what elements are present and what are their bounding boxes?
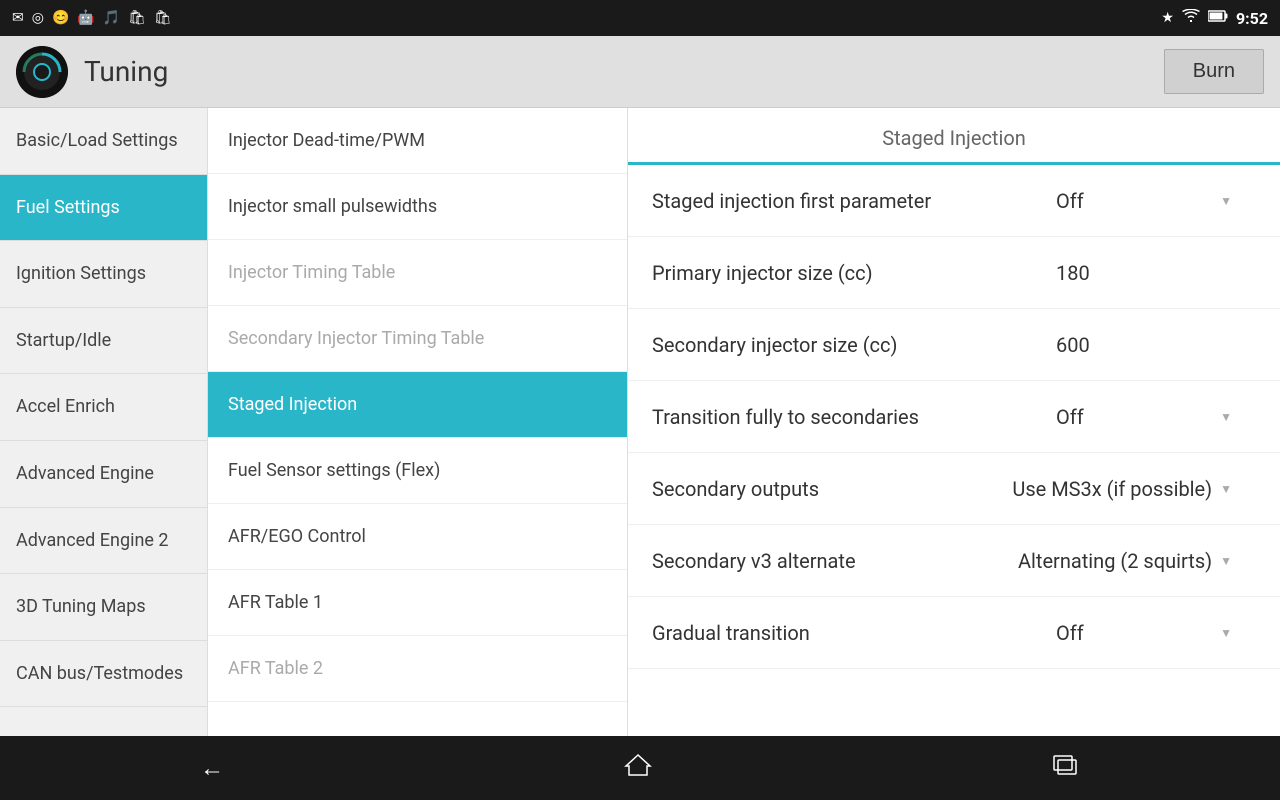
sidebar-item-advanced-engine[interactable]: Advanced Engine bbox=[0, 441, 207, 508]
status-icons-left: ✉ ◎ 😊 🤖 🎵 🛍 🛍 bbox=[12, 10, 172, 26]
setting-label-primary-injector-size: Primary injector size (cc) bbox=[652, 261, 1056, 285]
app-title: Tuning bbox=[84, 55, 1164, 88]
sidebar-item-accel-enrich[interactable]: Accel Enrich bbox=[0, 374, 207, 441]
menu-item-afr-ego[interactable]: AFR/EGO Control bbox=[208, 504, 627, 570]
setting-label-gradual-transition: Gradual transition bbox=[652, 621, 1056, 645]
app-bar: Tuning Burn bbox=[0, 36, 1280, 108]
menu-item-staged-injection[interactable]: Staged Injection bbox=[208, 372, 627, 438]
battery-icon bbox=[1208, 10, 1228, 26]
setting-label-secondary-outputs: Secondary outputs bbox=[652, 477, 1012, 501]
setting-value-secondary-v3[interactable]: Alternating (2 squirts) bbox=[1018, 549, 1256, 573]
app-logo bbox=[16, 46, 68, 98]
sidebar-item-basic-load[interactable]: Basic/Load Settings bbox=[0, 108, 207, 175]
status-time: 9:52 bbox=[1236, 9, 1268, 28]
setting-value-secondary-injector-size[interactable]: 600 bbox=[1056, 333, 1256, 357]
menu-item-injector-deadtime[interactable]: Injector Dead-time/PWM bbox=[208, 108, 627, 174]
setting-value-staged-first-param[interactable]: Off bbox=[1056, 189, 1256, 213]
menu-item-injector-timing[interactable]: Injector Timing Table bbox=[208, 240, 627, 306]
burn-button[interactable]: Burn bbox=[1164, 49, 1264, 94]
setting-value-secondary-outputs[interactable]: Use MS3x (if possible) bbox=[1012, 477, 1256, 501]
menu-item-afr-table-1[interactable]: AFR Table 1 bbox=[208, 570, 627, 636]
menu-item-injector-small[interactable]: Injector small pulsewidths bbox=[208, 174, 627, 240]
right-panel-title: Staged Injection bbox=[628, 108, 1280, 165]
setting-row-secondary-outputs[interactable]: Secondary outputs Use MS3x (if possible) bbox=[628, 453, 1280, 525]
app-icon-2: 🤖 bbox=[77, 10, 94, 26]
setting-value-transition-fully[interactable]: Off bbox=[1056, 405, 1256, 429]
app-icon-4: 🛍 bbox=[128, 10, 146, 26]
bluetooth-icon: ★ bbox=[1161, 10, 1174, 26]
setting-row-gradual-transition[interactable]: Gradual transition Off bbox=[628, 597, 1280, 669]
setting-row-secondary-v3[interactable]: Secondary v3 alternate Alternating (2 sq… bbox=[628, 525, 1280, 597]
setting-label-staged-first-param: Staged injection first parameter bbox=[652, 189, 1056, 213]
sidebar-item-can-bus[interactable]: CAN bus/Testmodes bbox=[0, 641, 207, 708]
menu-item-afr-table-2[interactable]: AFR Table 2 bbox=[208, 636, 627, 702]
main-content: Basic/Load Settings Fuel Settings Igniti… bbox=[0, 108, 1280, 736]
setting-row-secondary-injector-size[interactable]: Secondary injector size (cc) 600 bbox=[628, 309, 1280, 381]
menu-item-secondary-injector-timing[interactable]: Secondary Injector Timing Table bbox=[208, 306, 627, 372]
wifi-icon bbox=[1182, 9, 1200, 27]
bottom-nav: ← bbox=[0, 736, 1280, 800]
recent-apps-button[interactable] bbox=[1028, 746, 1104, 790]
sidebar-item-startup-idle[interactable]: Startup/Idle bbox=[0, 308, 207, 375]
left-nav: Basic/Load Settings Fuel Settings Igniti… bbox=[0, 108, 208, 736]
sidebar-item-ignition-settings[interactable]: Ignition Settings bbox=[0, 241, 207, 308]
setting-row-primary-injector-size[interactable]: Primary injector size (cc) 180 bbox=[628, 237, 1280, 309]
status-bar: ✉ ◎ 😊 🤖 🎵 🛍 🛍 ★ 9:52 bbox=[0, 0, 1280, 36]
setting-row-staged-first-param[interactable]: Staged injection first parameter Off bbox=[628, 165, 1280, 237]
sidebar-item-3d-tuning[interactable]: 3D Tuning Maps bbox=[0, 574, 207, 641]
middle-panel: Injector Dead-time/PWM Injector small pu… bbox=[208, 108, 628, 736]
setting-label-secondary-v3: Secondary v3 alternate bbox=[652, 549, 1018, 573]
home-button[interactable] bbox=[600, 745, 676, 791]
gmail-icon: ✉ bbox=[12, 10, 24, 26]
app-icon-3: 🎵 bbox=[103, 10, 120, 26]
status-icons-right: ★ 9:52 bbox=[1161, 9, 1268, 28]
back-button[interactable]: ← bbox=[176, 746, 248, 791]
sidebar-item-advanced-engine-2[interactable]: Advanced Engine 2 bbox=[0, 508, 207, 575]
setting-row-transition-fully[interactable]: Transition fully to secondaries Off bbox=[628, 381, 1280, 453]
app-icon-1: 😊 bbox=[52, 10, 69, 26]
maps-icon: ◎ bbox=[32, 10, 44, 26]
sidebar-item-fuel-settings[interactable]: Fuel Settings bbox=[0, 175, 207, 242]
right-panel: Staged Injection Staged injection first … bbox=[628, 108, 1280, 736]
menu-item-fuel-sensor[interactable]: Fuel Sensor settings (Flex) bbox=[208, 438, 627, 504]
setting-label-secondary-injector-size: Secondary injector size (cc) bbox=[652, 333, 1056, 357]
setting-value-primary-injector-size[interactable]: 180 bbox=[1056, 261, 1256, 285]
app-icon-5: 🛍 bbox=[154, 10, 172, 26]
setting-value-gradual-transition[interactable]: Off bbox=[1056, 621, 1256, 645]
setting-label-transition-fully: Transition fully to secondaries bbox=[652, 405, 1056, 429]
